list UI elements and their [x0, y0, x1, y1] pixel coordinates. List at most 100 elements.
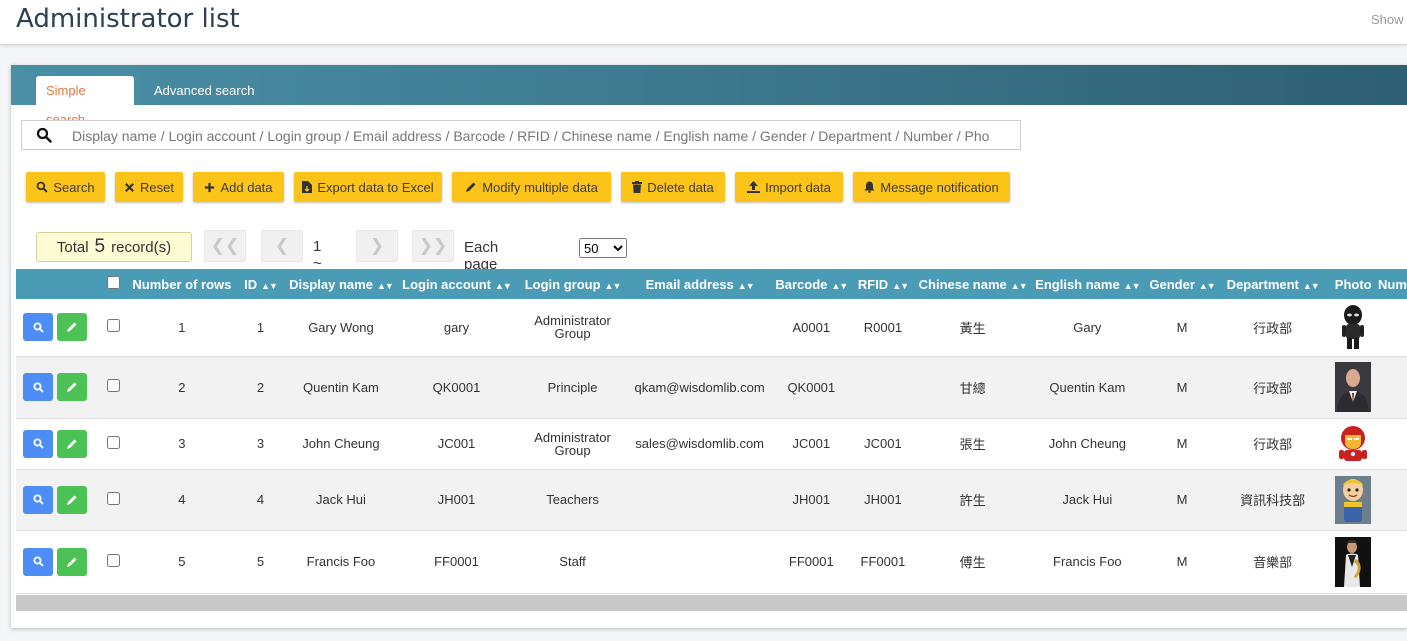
header-department[interactable]: Department ▲▼ — [1217, 269, 1328, 299]
cell-row-number: 1 — [131, 299, 232, 357]
tab-advanced-search[interactable]: Advanced search — [144, 76, 264, 105]
view-button[interactable] — [23, 373, 54, 401]
header-label: Login account — [402, 276, 491, 292]
cell-chinese-name: 許生 — [917, 469, 1028, 531]
delete-data-button[interactable]: Delete data — [621, 172, 725, 202]
sort-icon: ▲▼ — [604, 280, 622, 291]
double-chevron-left-icon: ❮❮ — [210, 236, 240, 255]
first-page-button[interactable]: ❮❮ — [204, 230, 246, 262]
header-label: Display name — [289, 276, 373, 292]
cell-rfid — [848, 356, 918, 419]
red-hero-figure-photo[interactable] — [1336, 425, 1370, 463]
black-figure-photo[interactable] — [1339, 304, 1367, 350]
header-gender[interactable]: Gender ▲▼ — [1147, 269, 1217, 299]
last-page-button[interactable]: ❯❯ — [412, 230, 454, 262]
chevron-left-icon: ❮ — [274, 236, 290, 255]
header-rfid[interactable]: RFID ▲▼ — [848, 269, 917, 299]
edit-button[interactable] — [57, 313, 88, 342]
edit-button[interactable] — [57, 547, 88, 576]
cell-id: 1 — [231, 299, 290, 357]
cell-row-number: 4 — [131, 469, 232, 531]
view-button[interactable] — [23, 313, 54, 342]
row-checkbox[interactable] — [106, 435, 120, 449]
sort-icon: ▲▼ — [495, 280, 512, 291]
header-number-of-rows[interactable]: Number of rows — [132, 269, 232, 299]
total-records-badge: Total 5 record(s) — [36, 232, 192, 262]
modify-multiple-button[interactable]: Modify multiple data — [452, 172, 611, 202]
page-size-select[interactable]: 50 — [579, 238, 627, 258]
cell-login-account: JH001 — [392, 469, 521, 531]
cartoon-boy-photo[interactable] — [1335, 475, 1372, 524]
row-checkbox[interactable] — [106, 491, 120, 505]
add-data-button[interactable]: Add data — [193, 172, 284, 202]
view-button[interactable] — [23, 485, 54, 514]
show-link[interactable]: Show — [1371, 12, 1404, 27]
cell-photo — [1328, 418, 1378, 470]
header-barcode[interactable]: Barcode ▲▼ — [774, 269, 848, 299]
cell-chinese-name: 黃生 — [917, 299, 1028, 357]
cell-photo — [1328, 530, 1378, 594]
view-button[interactable] — [23, 547, 54, 576]
bell-icon — [864, 181, 875, 193]
table-row: 5 5 Francis Foo FF0001 Staff FF0001 FF00… — [16, 530, 1407, 594]
table-row: 3 3 John Cheung JC001 Administrator Grou… — [16, 418, 1407, 470]
cell-id: 4 — [231, 469, 290, 531]
select-all-checkbox[interactable] — [106, 276, 120, 289]
cell-number — [1378, 356, 1407, 419]
header-label: ID — [244, 276, 258, 292]
row-checkbox[interactable] — [106, 553, 120, 567]
page-title: Administrator list — [16, 4, 240, 34]
search-icon — [33, 556, 44, 567]
edit-button[interactable] — [57, 485, 88, 514]
reset-button[interactable]: Reset — [115, 172, 183, 202]
next-page-button[interactable]: ❯ — [356, 230, 398, 262]
header-display-name[interactable]: Display name ▲▼ — [289, 269, 394, 299]
import-data-button[interactable]: Import data — [735, 172, 843, 202]
add-data-button-label: Add data — [220, 179, 273, 195]
header-login-account[interactable]: Login account ▲▼ — [393, 269, 520, 299]
cell-rfid: R0001 — [848, 299, 918, 357]
saxophone-player-photo[interactable] — [1335, 536, 1372, 587]
row-select — [94, 418, 132, 470]
header-number[interactable]: Num — [1378, 269, 1407, 299]
tab-simple-search[interactable]: Simple search — [36, 76, 134, 127]
row-select — [94, 299, 132, 357]
header-actions — [16, 269, 95, 299]
cell-login-group: Principle — [520, 356, 625, 419]
cell-number — [1378, 299, 1407, 357]
cell-gender: M — [1147, 469, 1217, 531]
cell-photo — [1328, 356, 1378, 419]
sort-icon: ▲▼ — [1010, 280, 1028, 291]
cell-login-group: Teachers — [520, 469, 625, 531]
total-suffix: record(s) — [111, 238, 172, 256]
admin-table: Number of rows ID ▲▼ Display name ▲▼ Login… — [16, 269, 1407, 594]
header-id[interactable]: ID ▲▼ — [232, 269, 289, 299]
search-button[interactable]: Search — [26, 172, 105, 202]
message-notification-button[interactable]: Message notification — [853, 172, 1010, 202]
export-excel-button[interactable]: Export data to Excel — [294, 172, 442, 202]
cell-photo — [1328, 469, 1378, 531]
cell-email — [624, 530, 775, 594]
header-english-name[interactable]: English name ▲▼ — [1028, 269, 1148, 299]
search-icon — [33, 381, 44, 393]
edit-button[interactable] — [57, 429, 88, 458]
row-actions — [16, 299, 95, 357]
header-login-group[interactable]: Login group ▲▼ — [520, 269, 625, 299]
sort-icon: ▲▼ — [376, 280, 394, 291]
cell-display-name: Quentin Kam — [289, 356, 393, 419]
prev-page-button[interactable]: ❮ — [261, 230, 303, 262]
search-input[interactable] — [70, 125, 1014, 147]
header-email-address[interactable]: Email address ▲▼ — [625, 269, 774, 299]
view-button[interactable] — [23, 429, 54, 458]
cell-login-group: Administrator Group — [520, 299, 625, 357]
man-portrait-photo[interactable] — [1335, 362, 1372, 412]
header-chinese-name[interactable]: Chinese name ▲▼ — [918, 269, 1028, 299]
cell-login-account: QK0001 — [392, 356, 521, 419]
horizontal-scrollbar[interactable] — [16, 595, 1407, 611]
cell-id: 3 — [231, 418, 290, 470]
row-checkbox[interactable] — [106, 319, 120, 333]
row-checkbox[interactable] — [106, 379, 120, 392]
cell-department: 行政部 — [1216, 299, 1329, 357]
cell-photo — [1328, 299, 1378, 357]
edit-button[interactable] — [57, 373, 88, 401]
